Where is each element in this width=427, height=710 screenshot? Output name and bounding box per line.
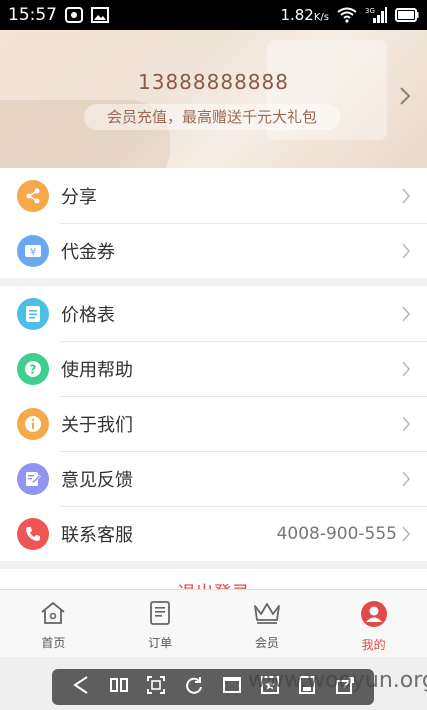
watermark-text: www.wooyun.org	[248, 668, 427, 693]
menu-item-label: 分享	[61, 186, 97, 208]
chevron-right-icon	[399, 86, 411, 110]
status-bar: 15:57 1.82K/s 3G	[0, 0, 427, 30]
crown-icon	[252, 600, 282, 630]
coupon-icon: ¥	[17, 234, 49, 267]
chevron-right-icon	[401, 305, 411, 323]
back-icon[interactable]	[70, 674, 92, 700]
menu-item-label: 联系客服	[61, 524, 133, 546]
section-divider	[0, 561, 427, 569]
menu-item-label: 意见反馈	[61, 469, 133, 491]
rotate-icon[interactable]	[183, 674, 205, 700]
help-icon: ?	[17, 352, 49, 385]
tab-label: 订单	[148, 636, 173, 650]
svg-text:?: ?	[30, 362, 37, 376]
menu-item-about-us[interactable]: 关于我们	[0, 396, 427, 451]
menu-item-feedback[interactable]: 意见反馈	[0, 451, 427, 506]
tab-label: 首页	[41, 636, 66, 650]
tab-mine[interactable]: 我的	[320, 590, 427, 657]
phone-icon	[17, 517, 49, 550]
profile-header[interactable]: 13888888888 会员充值，最高赠送千元大礼包	[0, 30, 427, 168]
menu-item-price-list[interactable]: 价格表	[0, 286, 427, 341]
menu-item-label: 价格表	[61, 304, 115, 326]
signal-icon: 3G	[365, 6, 387, 24]
chevron-right-icon	[401, 187, 411, 205]
bottom-tab-bar: 首页 订单 会员 我的	[0, 589, 427, 657]
menu-group-2: 价格表 ? 使用帮助 关于我们 意见反馈 联系客服 4008-900-555	[0, 286, 427, 561]
menu-group-1: 分享 ¥ 代金券	[0, 168, 427, 278]
menu-item-label: 使用帮助	[61, 359, 133, 381]
image-icon	[91, 7, 109, 23]
tab-membership[interactable]: 会员	[214, 590, 321, 657]
user-phone-number: 13888888888	[138, 70, 289, 94]
chevron-right-icon	[401, 360, 411, 378]
chevron-right-icon	[401, 470, 411, 488]
split-screen-icon[interactable]	[108, 674, 130, 700]
section-divider	[0, 278, 427, 286]
menu-item-coupon[interactable]: ¥ 代金券	[0, 223, 427, 278]
screenshot-icon[interactable]	[145, 674, 167, 700]
svg-text:¥: ¥	[30, 247, 36, 258]
logout-label: 退出登录	[178, 579, 250, 589]
info-icon	[17, 407, 49, 440]
tab-label: 我的	[361, 638, 386, 652]
menu-item-help[interactable]: ? 使用帮助	[0, 341, 427, 396]
svg-text:3G: 3G	[365, 7, 375, 15]
window-icon[interactable]	[221, 674, 243, 700]
menu-item-share[interactable]: 分享	[0, 168, 427, 223]
menu-item-label: 代金券	[61, 241, 115, 263]
logout-button[interactable]: 退出登录	[0, 569, 427, 589]
home-icon	[39, 600, 67, 630]
chevron-right-icon	[401, 415, 411, 433]
chevron-right-icon	[401, 242, 411, 260]
status-time: 15:57	[8, 5, 57, 25]
battery-icon	[395, 8, 419, 22]
tab-label: 会员	[254, 636, 279, 650]
share-icon	[17, 179, 49, 212]
sim-icon	[65, 7, 83, 23]
orders-icon	[147, 600, 173, 630]
membership-promo: 会员充值，最高赠送千元大礼包	[84, 104, 340, 130]
menu-item-label: 关于我们	[61, 414, 133, 436]
network-speed: 1.82K/s	[280, 6, 329, 24]
price-list-icon	[17, 297, 49, 330]
customer-service-number[interactable]: 4008-900-555	[277, 524, 397, 544]
wifi-icon	[337, 7, 357, 23]
chevron-right-icon	[401, 525, 411, 543]
menu-item-customer-service[interactable]: 联系客服 4008-900-555	[0, 506, 427, 561]
user-icon	[360, 600, 388, 632]
tab-orders[interactable]: 订单	[107, 590, 214, 657]
tab-home[interactable]: 首页	[0, 590, 107, 657]
feedback-icon	[17, 462, 49, 495]
